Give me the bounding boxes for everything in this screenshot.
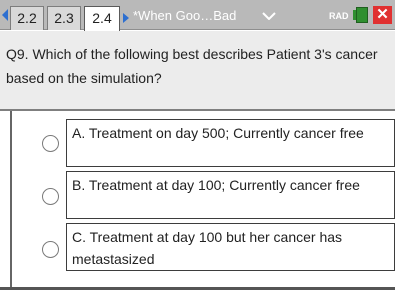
next-page-arrow-icon[interactable] xyxy=(123,13,129,23)
question-text: Q9. Which of the following best describe… xyxy=(6,46,378,86)
tab-label: 2.2 xyxy=(17,10,37,26)
option-b-label: B. Treatment at day 100; Currently cance… xyxy=(72,177,360,193)
option-c-box[interactable]: C. Treatment at day 100 but her cancer h… xyxy=(66,223,395,271)
question-panel: Q9. Which of the following best describe… xyxy=(0,31,395,111)
option-a-label: A. Treatment on day 500; Currently cance… xyxy=(72,125,364,141)
tab-2-4[interactable]: 2.4 xyxy=(84,6,120,31)
document-toolbar: 2.2 2.3 2.4 *When Goo…Bad RAD ✕ xyxy=(0,0,395,31)
previous-page-arrow-icon[interactable] xyxy=(2,9,8,21)
close-button[interactable]: ✕ xyxy=(373,6,392,24)
tab-label: 2.4 xyxy=(92,10,112,26)
option-a-box[interactable]: A. Treatment on day 500; Currently cance… xyxy=(66,119,395,167)
document-title[interactable]: *When Goo…Bad xyxy=(133,8,236,23)
tab-2-2[interactable]: 2.2 xyxy=(10,6,44,30)
battery-icon xyxy=(356,7,368,23)
option-b-box[interactable]: B. Treatment at day 100; Currently cance… xyxy=(66,171,395,219)
angle-mode-indicator: RAD xyxy=(329,11,349,21)
option-a-radio[interactable] xyxy=(42,135,59,152)
option-c-label: C. Treatment at day 100 but her cancer h… xyxy=(72,229,343,267)
tab-label: 2.3 xyxy=(54,10,74,26)
tab-2-3[interactable]: 2.3 xyxy=(47,6,81,30)
option-b-radio[interactable] xyxy=(42,188,59,205)
option-c-radio[interactable] xyxy=(42,241,59,258)
chevron-down-icon[interactable] xyxy=(262,12,276,20)
left-margin-rule xyxy=(10,111,12,290)
